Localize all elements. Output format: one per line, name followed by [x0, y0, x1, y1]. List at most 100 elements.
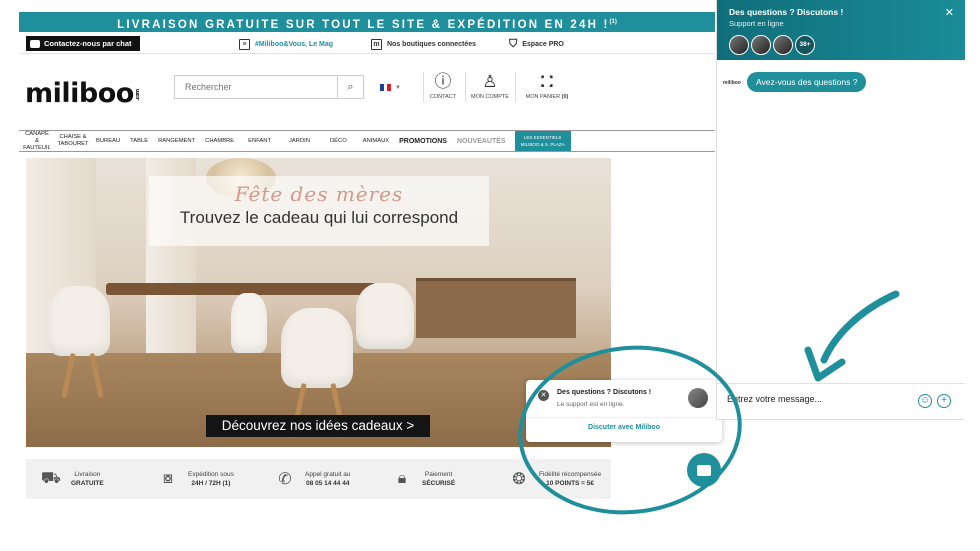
benefit-line2: GRATUITE	[71, 480, 104, 487]
benefit-line1: Fidélité récompensée	[539, 471, 602, 478]
chat-panel-title: Des questions ? Discutons !	[729, 7, 844, 17]
award-ribbon-icon: ❂	[512, 471, 526, 488]
promo-footnote: (1)	[609, 19, 617, 25]
benefit-line2: 08 05 14 44 44	[306, 480, 350, 487]
user-icon: ♙	[482, 72, 498, 91]
hero-title: Trouvez le cadeau qui lui correspond	[179, 208, 459, 227]
nav-item-essentiels[interactable]: LES ESSENTIELS MILIBOO & S. PLAZA	[514, 131, 571, 151]
info-icon: ⓘ	[434, 72, 452, 91]
benefit-line2: 24H / 72H (1)	[191, 480, 231, 487]
nav-item-rangement[interactable]: RANGEMENT	[153, 131, 200, 151]
start-chat-link[interactable]: Discuter avec Miliboo	[526, 424, 722, 431]
language-selector[interactable]: ▼	[380, 84, 401, 91]
close-icon[interactable]: ✕	[945, 6, 954, 19]
search-icon: ⌕	[347, 80, 354, 93]
main-navigation: CANAPÉ & FAUTEUIL CHAISE & TABOURET BURE…	[19, 130, 715, 152]
chat-message-input[interactable]	[727, 394, 907, 404]
benefit-item: 🔒︎ Paiement SÉCURISÉ	[377, 470, 494, 488]
chat-panel-header: Des questions ? Discutons ! Support en l…	[717, 0, 965, 60]
contact-label: CONTACT	[429, 94, 457, 100]
cart-label: MON PANIER	[525, 94, 561, 100]
mag-link[interactable]: ≡ #Miliboo&Vous, Le Mag	[239, 37, 333, 51]
chat-panel-subtitle: Support en ligne	[729, 19, 784, 28]
cart-link[interactable]: ⛚ MON PANIER (0)	[519, 70, 575, 100]
account-link[interactable]: ♙ MON COMPTE	[469, 70, 511, 100]
agent-avatar	[688, 388, 708, 408]
hero-text-panel: Fête des mères Trouvez le cadeau qui lui…	[149, 176, 489, 246]
benefit-item: ⧇ Expédition sous 24H / 72H (1)	[143, 470, 260, 488]
nav-item-chambre[interactable]: CHAMBRE	[200, 131, 239, 151]
agent-count-badge: 38+	[795, 35, 815, 55]
chat-invite-popup: ✕ Des questions ? Discutons ! Le support…	[526, 380, 722, 442]
chat-panel: Des questions ? Discutons ! Support en l…	[716, 0, 965, 420]
nav-item-nouveautes[interactable]: NOUVEAUTÉS	[452, 131, 511, 151]
header-divider	[423, 72, 424, 102]
nav-item-bureau[interactable]: BUREAU	[91, 131, 125, 151]
popup-title: Des questions ? Discutons !	[557, 389, 652, 396]
shops-label: Nos boutiques connectées	[387, 40, 477, 48]
nav-item-promotions[interactable]: PROMOTIONS	[394, 131, 452, 151]
delivery-truck-icon: ⛟	[40, 470, 62, 487]
chat-message-bubble: Avez-vous des questions ?	[747, 72, 867, 92]
hero-chair-decor	[356, 283, 414, 349]
hero-chair-decor	[48, 286, 110, 356]
account-label: MON COMPTE	[471, 94, 509, 100]
contact-chat-label: Contactez-nous par chat	[44, 39, 132, 48]
package-clock-icon: ⧇	[162, 470, 174, 487]
benefit-line1: Appel gratuit au	[305, 471, 351, 478]
shops-link[interactable]: m Nos boutiques connectées	[371, 37, 476, 51]
nav-item-jardin[interactable]: JARDIN	[280, 131, 319, 151]
nav-item-canape[interactable]: CANAPÉ & FAUTEUIL	[19, 131, 55, 151]
nav-item-chaise[interactable]: CHAISE & TABOURET	[55, 131, 91, 151]
emoji-icon[interactable]: ☺	[918, 394, 932, 408]
search-button[interactable]: ⌕	[337, 76, 363, 98]
add-attachment-icon[interactable]: +	[937, 394, 951, 408]
contact-chat-button[interactable]: Contactez-nous par chat	[26, 36, 140, 51]
close-icon[interactable]: ✕	[538, 390, 549, 401]
hero-subtitle: Fête des mères	[234, 182, 404, 206]
cart-count: (0)	[561, 94, 569, 100]
chat-bubble-icon	[30, 39, 40, 48]
nav-item-table[interactable]: TABLE	[125, 131, 153, 151]
header-divider	[515, 72, 516, 102]
french-flag-icon	[380, 84, 392, 91]
chat-launcher-button[interactable]	[687, 453, 721, 487]
popup-divider	[526, 417, 722, 418]
popup-subtitle: Le support est en ligne.	[557, 401, 625, 408]
magazine-icon: ≡	[239, 38, 250, 50]
benefit-line1: Expédition sous	[188, 471, 234, 478]
pro-space-link[interactable]: ⛉ Espace PRO	[509, 37, 564, 51]
benefit-item: ❂ Fidélité récompensée 10 POINTS = 5€	[494, 469, 611, 489]
shopping-bag-icon: ⛚	[540, 72, 554, 91]
mag-label: #Miliboo&Vous, Le Mag	[255, 40, 334, 48]
search-box: ⌕	[174, 75, 364, 99]
chat-brand-avatar: miliboo	[723, 80, 741, 86]
hero-linen-decor	[231, 293, 267, 353]
hero-shelf-decor	[416, 278, 576, 338]
benefit-line1: Livraison	[74, 471, 101, 478]
promo-banner[interactable]: LIVRAISON GRATUITE SUR TOUT LE SITE & EX…	[19, 12, 715, 32]
nav-item-deco[interactable]: DÉCO	[319, 131, 358, 151]
miliboo-logo[interactable]: miliboo.com	[25, 78, 145, 109]
benefit-line2: SÉCURISÉ	[422, 480, 456, 487]
hero-banner[interactable]: Fête des mères Trouvez le cadeau qui lui…	[26, 158, 611, 447]
search-input[interactable]	[175, 76, 337, 98]
benefit-line2: 10 POINTS = 5€	[546, 480, 595, 487]
agent-avatar	[729, 35, 749, 55]
agent-avatar	[773, 35, 793, 55]
pro-space-label: Espace PRO	[522, 40, 564, 48]
hero-cta-button[interactable]: Découvrez nos idées cadeaux >	[206, 415, 430, 437]
logo-text: miliboo	[25, 78, 134, 109]
shirt-icon: ⛉	[509, 37, 518, 50]
logo-suffix: .com	[134, 89, 141, 101]
top-utility-bar: Contactez-nous par chat ≡ #Miliboo&Vous,…	[19, 34, 715, 54]
chat-bubble-icon	[697, 464, 711, 476]
benefit-item: ⛟ Livraison GRATUITE	[26, 469, 143, 489]
contact-link[interactable]: ⓘ CONTACT	[425, 70, 461, 100]
benefit-item: ✆ Appel gratuit au 08 05 14 44 44	[260, 469, 377, 489]
phone-icon: ✆	[278, 471, 292, 488]
nav-item-animaux[interactable]: ANIMAUX	[358, 131, 394, 151]
header-divider	[465, 72, 466, 102]
chevron-down-icon: ▼	[395, 84, 401, 91]
nav-item-enfant[interactable]: ENFANT	[239, 131, 280, 151]
